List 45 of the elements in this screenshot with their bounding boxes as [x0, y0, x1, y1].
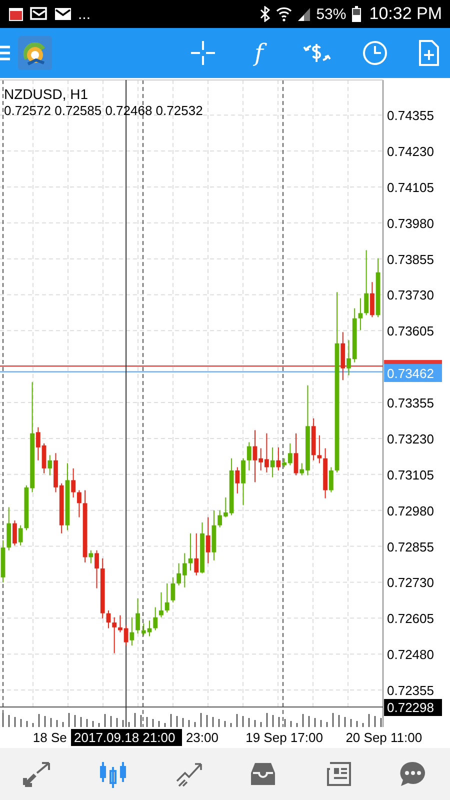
price-tick-label: 0.72355: [387, 683, 434, 698]
crosshair-time-label: 2017.09.18 21:00: [71, 729, 182, 746]
price-tick-label: 0.74230: [387, 144, 434, 159]
diagonal-arrows-icon: [23, 761, 52, 787]
mail-icon: [54, 7, 72, 21]
bid-price-label: 0.73462: [384, 364, 442, 382]
price-tick-label: 0.73230: [387, 432, 434, 446]
more-notifications: ...: [78, 6, 91, 22]
bluetooth-icon: [260, 6, 270, 22]
battery-icon: [352, 6, 362, 22]
crosshair-icon[interactable]: [190, 40, 216, 66]
price-tick-label: 0.73605: [387, 324, 434, 339]
price-tick-label: 0.72730: [387, 575, 434, 590]
new-document-icon[interactable]: [418, 39, 440, 67]
chat-bubble-icon: [398, 760, 427, 788]
app-logo-icon[interactable]: [18, 36, 52, 70]
clock-time: 10:32 PM: [369, 4, 442, 24]
mail-stack-icon: [30, 7, 48, 21]
crosshair-price-label: 0.72298: [384, 699, 442, 716]
price-tick-label: 0.72980: [387, 503, 434, 518]
symbol-title: NZDUSD, H1: [4, 86, 88, 102]
battery-percent: 53%: [316, 6, 346, 22]
price-tick-label: 0.72605: [387, 611, 434, 626]
wifi-icon: [276, 6, 292, 22]
price-tick-label: 0.73105: [387, 467, 434, 482]
price-tick-label: 0.74105: [387, 180, 434, 195]
trend-arrow-icon: [174, 761, 203, 787]
time-axis-label: 19 Sep 17:00: [246, 730, 323, 745]
time-axis-label: 18 Se: [32, 730, 67, 745]
inbox-tray-icon: [249, 761, 278, 787]
calendar-icon: [8, 6, 24, 22]
signal-icon: [298, 7, 310, 21]
indicators-button[interactable]: f: [246, 39, 272, 67]
menu-icon[interactable]: [0, 45, 10, 61]
clock-icon[interactable]: [362, 40, 388, 66]
price-tick-label: 0.73730: [387, 288, 434, 303]
price-tick-label: 0.74355: [387, 108, 434, 124]
price-tick-label: 0.73355: [387, 396, 434, 411]
price-tick-label: 0.73980: [387, 216, 434, 231]
time-axis-label: 20 Sep 11:00: [346, 730, 422, 745]
price-tick-label: 0.72480: [387, 647, 434, 662]
time-axis-label: 23:00: [186, 730, 219, 745]
candlestick-icon: [98, 760, 128, 788]
price-tick-label: 0.73855: [387, 252, 434, 267]
price-tick-label: 0.72855: [387, 539, 434, 554]
